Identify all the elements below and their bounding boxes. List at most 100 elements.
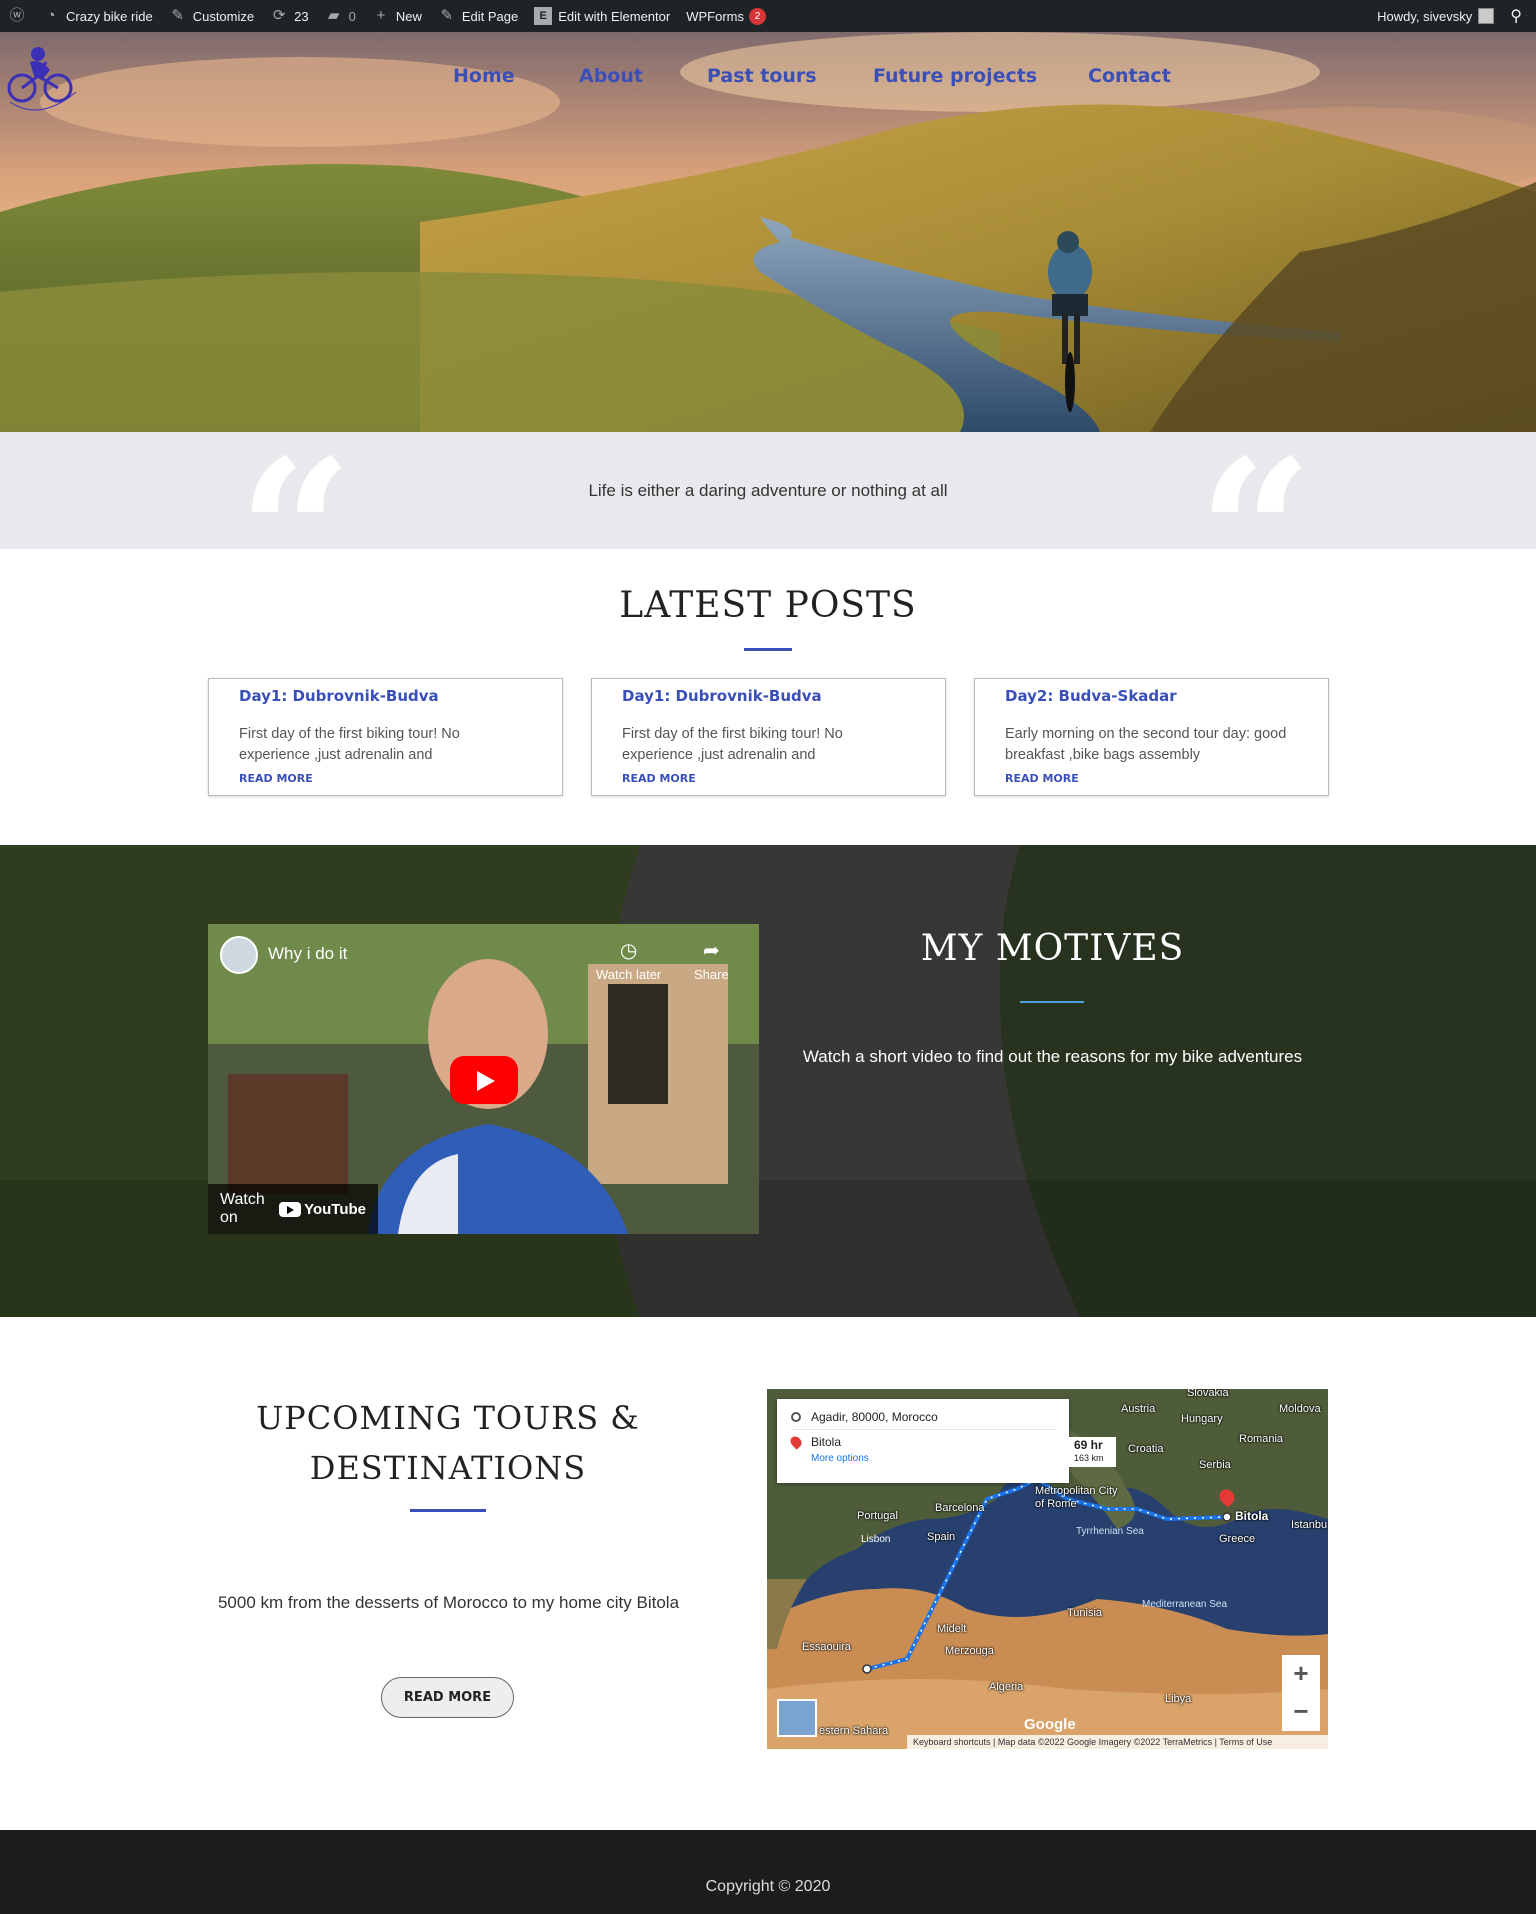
more-options-link[interactable]: More options <box>811 1453 1055 1464</box>
route-map[interactable]: Slovakia Austria Hungary Moldova Romania… <box>767 1389 1328 1749</box>
read-more-link[interactable]: READ MORE <box>622 772 915 785</box>
site-name-link[interactable]: ◔ Crazy bike ride <box>34 0 161 32</box>
channel-avatar[interactable] <box>220 936 258 974</box>
comment-icon: ▰ <box>327 7 340 24</box>
origin-icon <box>791 1412 801 1422</box>
post-title[interactable]: Day2: Budva-Skadar <box>1005 687 1298 705</box>
zoom-in-button[interactable]: + <box>1282 1655 1320 1693</box>
motives-section: Why i do it ◷ Watch later ➦ Share Watch … <box>0 845 1536 1317</box>
post-excerpt: Early morning on the second tour day: go… <box>1005 726 1287 763</box>
dashboard-icon: ◔ <box>46 7 56 24</box>
map-attribution: Keyboard shortcuts | Map data ©2022 Goog… <box>907 1735 1328 1749</box>
latest-posts-title: LATEST POSTS <box>619 585 917 626</box>
map-label: Bitola <box>1235 1509 1269 1523</box>
destination-pin-icon <box>788 1433 804 1450</box>
upcoming-title: UPCOMING TOURS & DESTINATIONS <box>256 1399 640 1487</box>
clock-icon: ◷ <box>619 940 638 962</box>
wpforms-badge: 2 <box>749 7 766 25</box>
post-excerpt: First day of the first biking tour! No e… <box>622 726 843 763</box>
read-more-button[interactable]: READ MORE <box>381 1677 514 1718</box>
brush-icon: ✎ <box>171 7 184 24</box>
copyright-text: Copyright © 2020 <box>705 1878 831 1895</box>
origin-row[interactable]: Agadir, 80000, Morocco <box>791 1405 1055 1429</box>
watch-later-button[interactable]: ◷ Watch later <box>596 938 661 982</box>
nav-past-tours[interactable]: Past tours <box>707 65 817 87</box>
map-label: Moldova <box>1279 1403 1321 1415</box>
post-card: Day1: Dubrovnik-Budva First day of the f… <box>591 678 946 796</box>
edit-elementor-link[interactable]: E Edit with Elementor <box>526 0 678 32</box>
map-label: Greece <box>1219 1533 1256 1545</box>
my-account-link[interactable]: Howdy, sivevsky <box>1369 0 1502 32</box>
wp-admin-bar: ⓦ ◔ Crazy bike ride ✎ Customize ⟳ 23 ▰ 0 + Ne… <box>0 0 1536 32</box>
wpforms-link[interactable]: WPForms 2 <box>678 0 774 32</box>
map-label: Mediterranean Sea <box>1142 1599 1228 1610</box>
nav-future-projects[interactable]: Future projects <box>873 65 1037 87</box>
motives-text: Watch a short video to find out the reas… <box>802 1047 1303 1066</box>
map-label: Lisbon <box>861 1534 891 1545</box>
youtube-video-embed[interactable]: Why i do it ◷ Watch later ➦ Share Watch … <box>208 924 759 1234</box>
avatar <box>1478 8 1495 24</box>
motives-title: MY MOTIVES <box>920 928 1185 969</box>
nav-home[interactable]: Home <box>453 65 515 87</box>
map-label: Midelt <box>937 1623 967 1635</box>
map-label: Barcelona <box>935 1502 985 1514</box>
customize-link[interactable]: ✎ Customize <box>161 0 262 32</box>
map-label: Essaouira <box>802 1641 851 1653</box>
post-title[interactable]: Day1: Dubrovnik-Budva <box>239 687 532 705</box>
google-logo: Google <box>1024 1716 1076 1733</box>
share-button[interactable]: ➦ Share <box>694 938 729 982</box>
update-icon: ⟳ <box>272 7 286 24</box>
motives-divider <box>1020 1001 1084 1003</box>
quote-text: Life is either a daring adventure or not… <box>588 481 948 500</box>
map-label: Croatia <box>1128 1443 1164 1455</box>
map-label: Istanbu <box>1291 1519 1328 1531</box>
wordpress-logo-icon[interactable]: ⓦ <box>0 0 34 32</box>
post-title[interactable]: Day1: Dubrovnik-Budva <box>622 687 915 705</box>
post-card: Day2: Budva-Skadar Early morning on the … <box>974 678 1329 796</box>
destination-row[interactable]: Bitola <box>788 1429 1055 1453</box>
read-more-link[interactable]: READ MORE <box>1005 772 1298 785</box>
nav-contact[interactable]: Contact <box>1088 65 1171 87</box>
map-type-thumbnail[interactable] <box>777 1699 817 1737</box>
pencil-icon: ✎ <box>440 7 454 24</box>
post-excerpt: First day of the first biking tour! No e… <box>239 726 460 763</box>
share-icon: ➦ <box>702 940 720 962</box>
latest-posts-divider <box>744 648 792 651</box>
map-label: Austria <box>1121 1403 1156 1415</box>
map-label: Tyrrhenian Sea <box>1076 1526 1144 1537</box>
map-label: Hungary <box>1181 1413 1223 1425</box>
video-title[interactable]: Why i do it <box>268 944 347 964</box>
directions-panel: Agadir, 80000, Morocco Bitola More optio… <box>777 1399 1069 1483</box>
zoom-out-button[interactable]: − <box>1282 1693 1320 1731</box>
map-label: Tunisia <box>1067 1607 1103 1619</box>
search-icon[interactable]: ⚲ <box>1502 0 1536 32</box>
plus-icon: + <box>376 7 386 24</box>
upcoming-divider <box>410 1509 486 1512</box>
map-label: Libya <box>1165 1693 1192 1705</box>
map-label: Spain <box>927 1531 956 1543</box>
quote-section: “ “ Life is either a daring adventure or… <box>0 432 1536 549</box>
new-content-link[interactable]: + New <box>364 0 430 32</box>
read-more-link[interactable]: READ MORE <box>239 772 532 785</box>
map-label: Metropolitan City of Rome <box>1035 1485 1118 1510</box>
site-footer <box>0 1830 1536 1914</box>
upcoming-text: 5000 km from the desserts of Morocco to … <box>217 1593 680 1612</box>
map-label: estern Sahara <box>819 1725 889 1737</box>
post-card: Day1: Dubrovnik-Budva First day of the f… <box>208 678 563 796</box>
nav-about[interactable]: About <box>579 65 643 87</box>
watch-on-youtube-button[interactable]: Watch on YouTube <box>208 1184 378 1234</box>
edit-page-link[interactable]: ✎ Edit Page <box>430 0 526 32</box>
map-label: Serbia <box>1199 1459 1231 1471</box>
elementor-icon: E <box>534 7 553 25</box>
map-label: Portugal <box>857 1510 898 1522</box>
play-button[interactable] <box>450 1056 518 1104</box>
youtube-logo-icon: YouTube <box>279 1201 366 1218</box>
map-label: Romania <box>1239 1433 1284 1445</box>
map-label: Merzouga <box>945 1645 994 1657</box>
comments-link[interactable]: ▰ 0 <box>317 0 364 32</box>
main-navigation: Home About Past tours Future projects Co… <box>0 32 1536 122</box>
map-label: Slovakia <box>1187 1389 1229 1399</box>
map-label: Algeria <box>989 1681 1024 1693</box>
route-duration: 69 hr 163 km <box>1068 1437 1116 1467</box>
updates-link[interactable]: ⟳ 23 <box>262 0 316 32</box>
